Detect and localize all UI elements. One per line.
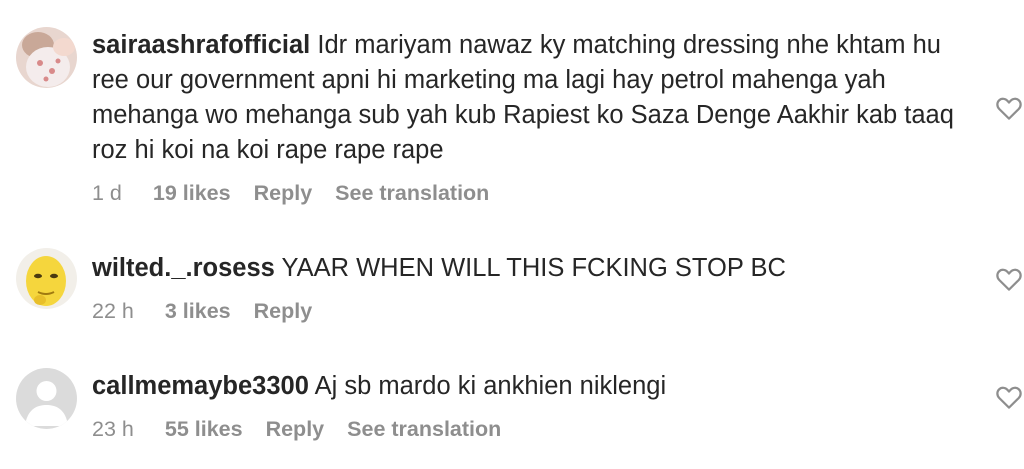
heart-outline-icon[interactable] bbox=[994, 264, 1024, 294]
comment-meta: 1 d 19 likes Reply See translation bbox=[92, 179, 982, 207]
avatar-callmemaybe3300[interactable] bbox=[16, 368, 77, 429]
profile-photo-yellow-emoji-icon bbox=[16, 248, 77, 309]
comment-username[interactable]: callmemaybe3300 bbox=[92, 372, 309, 400]
see-translation-link[interactable]: See translation bbox=[335, 181, 489, 206]
comment-timestamp: 23 h bbox=[92, 416, 134, 441]
comment-likes-count[interactable]: 3 likes bbox=[165, 299, 231, 324]
default-avatar-icon bbox=[16, 368, 77, 429]
comment-text: sairaashrafofficial Idr mariyam nawaz ky… bbox=[92, 28, 982, 168]
profile-photo-baby-icon bbox=[16, 27, 77, 88]
reply-button[interactable]: Reply bbox=[266, 417, 325, 442]
comment-timestamp: 1 d bbox=[92, 180, 122, 205]
comment-message: Aj sb mardo ki ankhien niklengi bbox=[314, 372, 667, 400]
comment-timestamp: 22 h bbox=[92, 298, 134, 323]
comment-likes-count[interactable]: 19 likes bbox=[153, 181, 231, 206]
reply-button[interactable]: Reply bbox=[254, 181, 313, 206]
reply-button[interactable]: Reply bbox=[254, 299, 313, 324]
comment-meta: 22 h 3 likes Reply bbox=[92, 297, 982, 325]
comment-meta: 23 h 55 likes Reply See translation bbox=[92, 415, 982, 443]
comment-username[interactable]: sairaashrafofficial bbox=[92, 31, 310, 59]
heart-outline-icon[interactable] bbox=[994, 382, 1024, 412]
comment-likes-count[interactable]: 55 likes bbox=[165, 417, 243, 442]
comment-text: callmemaybe3300 Aj sb mardo ki ankhien n… bbox=[92, 369, 982, 404]
avatar-wilted-rosess[interactable] bbox=[16, 248, 77, 309]
comment-username[interactable]: wilted._.rosess bbox=[92, 254, 275, 282]
comment-message: YAAR WHEN WILL THIS FCKING STOP BC bbox=[281, 254, 786, 282]
heart-outline-icon[interactable] bbox=[994, 93, 1024, 123]
avatar-sairaashrafofficial[interactable] bbox=[16, 27, 77, 88]
see-translation-link[interactable]: See translation bbox=[347, 417, 501, 442]
comment-list: sairaashrafofficial Idr mariyam nawaz ky… bbox=[0, 0, 1024, 469]
comment-text: wilted._.rosess YAAR WHEN WILL THIS FCKI… bbox=[92, 251, 982, 286]
